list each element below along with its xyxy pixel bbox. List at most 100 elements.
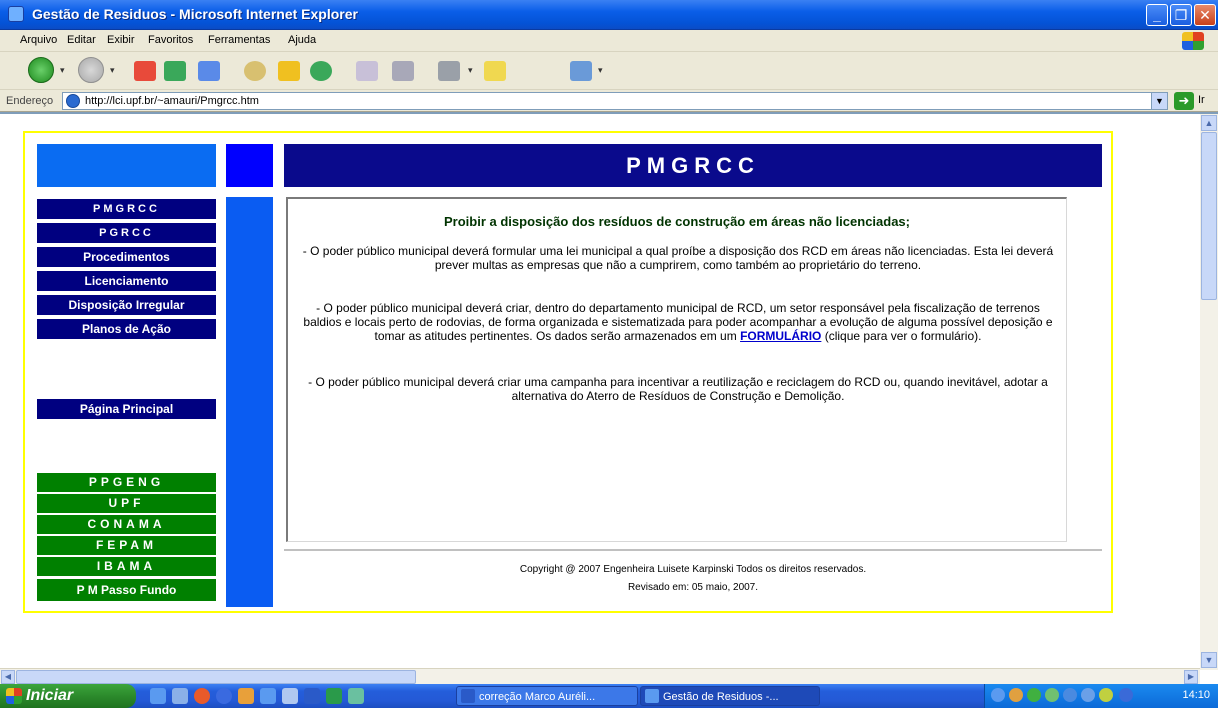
nav-pgrcc[interactable]: PGRCC — [37, 223, 216, 243]
link-upf[interactable]: UPF — [37, 494, 216, 513]
print-icon[interactable] — [392, 61, 414, 81]
quicklaunch-app-icon[interactable] — [282, 688, 298, 704]
taskbar: Iniciar correção Marco Auréli... Gestão … — [0, 684, 1218, 708]
revised-text: Revisado em: 05 maio, 2007. — [627, 582, 759, 593]
link-ppgeng[interactable]: PPGENG — [37, 473, 216, 492]
copyright-text: Copyright @ 2007 Engenheira Luisete Karp… — [519, 564, 867, 575]
quicklaunch-extra-icon[interactable] — [348, 688, 364, 704]
quicklaunch-outlook-icon[interactable] — [238, 688, 254, 704]
address-field[interactable]: http://lci.upf.br/~amauri/Pmgrcc.htm ▼ — [62, 92, 1168, 110]
messenger-icon[interactable] — [570, 61, 592, 81]
back-dropdown-icon[interactable]: ▾ — [60, 65, 65, 76]
task-word-doc[interactable]: correção Marco Auréli... — [456, 686, 638, 706]
quicklaunch-messenger-icon[interactable] — [216, 688, 232, 704]
nav-pagina-principal[interactable]: Página Principal — [37, 399, 216, 419]
back-icon[interactable] — [28, 57, 54, 83]
tray-shield-icon[interactable] — [1099, 688, 1113, 702]
nav-planos-de-acao[interactable]: Planos de Ação — [37, 319, 216, 339]
paragraph-3: - O poder público municipal deverá criar… — [308, 375, 1048, 403]
menu-exibir[interactable]: Exibir — [107, 34, 135, 46]
address-label: Endereço — [6, 95, 54, 107]
footer: Copyright @ 2007 Engenheira Luisete Karp… — [284, 561, 1102, 597]
link-pm-passo-fundo[interactable]: P M Passo Fundo — [37, 579, 216, 601]
maximize-button[interactable]: ❐ — [1170, 4, 1192, 26]
footer-divider — [284, 549, 1102, 551]
menu-editar[interactable]: Editar — [67, 34, 96, 46]
search-icon[interactable] — [244, 61, 266, 81]
paragraph-2-tail: (clique para ver o formulário). — [821, 329, 982, 343]
close-button[interactable]: ✕ — [1194, 4, 1216, 26]
stop-icon[interactable] — [134, 61, 156, 81]
horizontal-scrollbar[interactable]: ◀ ▶ — [0, 668, 1200, 684]
task-word-label[interactable]: correção Marco Auréli... — [479, 691, 595, 703]
minimize-button[interactable]: _ — [1146, 4, 1168, 26]
refresh-icon[interactable] — [164, 61, 186, 81]
ie-app-icon — [8, 6, 24, 22]
quicklaunch-ie-icon[interactable] — [150, 688, 166, 704]
nav-licenciamento[interactable]: Licenciamento — [37, 271, 216, 291]
link-fepam[interactable]: FEPAM — [37, 536, 216, 555]
scroll-down-icon[interactable]: ▼ — [1201, 652, 1217, 668]
tray-connection2-icon[interactable] — [1081, 688, 1095, 702]
forward-dropdown-icon[interactable]: ▾ — [110, 65, 115, 76]
menu-bar: Arquivo Editar Exibir Favoritos Ferramen… — [0, 30, 1218, 52]
go-arrow-icon[interactable]: ➜ — [1174, 92, 1194, 110]
left-header-block — [37, 144, 216, 187]
tray-connection-icon[interactable] — [1063, 688, 1077, 702]
tray-app-icon[interactable] — [1009, 688, 1023, 702]
link-conama[interactable]: CONAMA — [37, 515, 216, 534]
nav-disposicao-irregular[interactable]: Disposição Irregular — [37, 295, 216, 315]
tray-arrow-icon[interactable] — [991, 688, 1005, 702]
page-icon — [66, 94, 80, 108]
start-label[interactable]: Iniciar — [26, 687, 73, 704]
start-button[interactable]: Iniciar — [0, 684, 136, 708]
history-icon[interactable] — [310, 61, 332, 81]
quicklaunch-word-icon[interactable] — [304, 688, 320, 704]
link-ibama[interactable]: IBAMA — [37, 557, 216, 576]
scroll-up-icon[interactable]: ▲ — [1201, 115, 1217, 131]
tray-network-icon[interactable] — [1027, 688, 1041, 702]
window-title: Gestão de Residuos - Microsoft Internet … — [32, 6, 358, 22]
windows-start-icon — [6, 688, 22, 704]
mail-icon[interactable] — [356, 61, 378, 81]
word-icon — [461, 689, 475, 703]
address-bar: Endereço http://lci.upf.br/~amauri/Pmgrc… — [0, 90, 1218, 112]
vertical-scrollbar[interactable]: ▲ ▼ — [1200, 114, 1218, 670]
forward-icon[interactable] — [78, 57, 104, 83]
address-url[interactable]: http://lci.upf.br/~amauri/Pmgrcc.htm — [85, 95, 259, 107]
windows-logo-icon — [1182, 32, 1204, 50]
formulario-link[interactable]: FORMULÁRIO — [740, 329, 821, 343]
menu-ferramentas[interactable]: Ferramentas — [208, 34, 270, 46]
horizontal-scroll-thumb[interactable] — [16, 670, 416, 684]
clock: 14:10 — [1182, 689, 1210, 701]
page-viewport: PMGRCC PMGRCC PGRCC Procedimentos Licenc… — [0, 112, 1218, 670]
nav-pmgrcc[interactable]: PMGRCC — [37, 199, 216, 219]
quicklaunch-browser-icon[interactable] — [260, 688, 276, 704]
scroll-right-icon[interactable]: ▶ — [1184, 670, 1198, 684]
menu-favoritos[interactable]: Favoritos — [148, 34, 193, 46]
menu-ajuda[interactable]: Ajuda — [288, 34, 316, 46]
address-dropdown-icon[interactable]: ▼ — [1151, 93, 1167, 109]
task-ie-window[interactable]: Gestão de Residuos -... — [640, 686, 820, 706]
quicklaunch-media-icon[interactable] — [194, 688, 210, 704]
home-icon[interactable] — [198, 61, 220, 81]
menu-arquivo[interactable]: Arquivo — [20, 34, 57, 46]
quicklaunch-desktop-icon[interactable] — [172, 688, 188, 704]
quicklaunch-excel-icon[interactable] — [326, 688, 342, 704]
edit-dropdown-icon[interactable]: ▾ — [468, 65, 473, 76]
blue-strip — [226, 197, 273, 607]
vertical-scroll-thumb[interactable] — [1201, 132, 1217, 300]
title-bar: Gestão de Residuos - Microsoft Internet … — [0, 0, 1218, 30]
tray-volume-icon[interactable] — [1119, 688, 1133, 702]
scroll-left-icon[interactable]: ◀ — [1, 670, 15, 684]
page-banner: PMGRCC — [284, 144, 1102, 187]
system-tray: 14:10 — [984, 684, 1218, 708]
tray-security-icon[interactable] — [1045, 688, 1059, 702]
nav-procedimentos[interactable]: Procedimentos — [37, 247, 216, 267]
folder-icon[interactable] — [484, 61, 506, 81]
favorites-star-icon[interactable] — [278, 61, 300, 81]
task-ie-label[interactable]: Gestão de Residuos -... — [663, 691, 779, 703]
go-button[interactable]: Ir — [1198, 94, 1205, 106]
messenger-dropdown-icon[interactable]: ▾ — [598, 65, 603, 76]
edit-icon[interactable] — [438, 61, 460, 81]
